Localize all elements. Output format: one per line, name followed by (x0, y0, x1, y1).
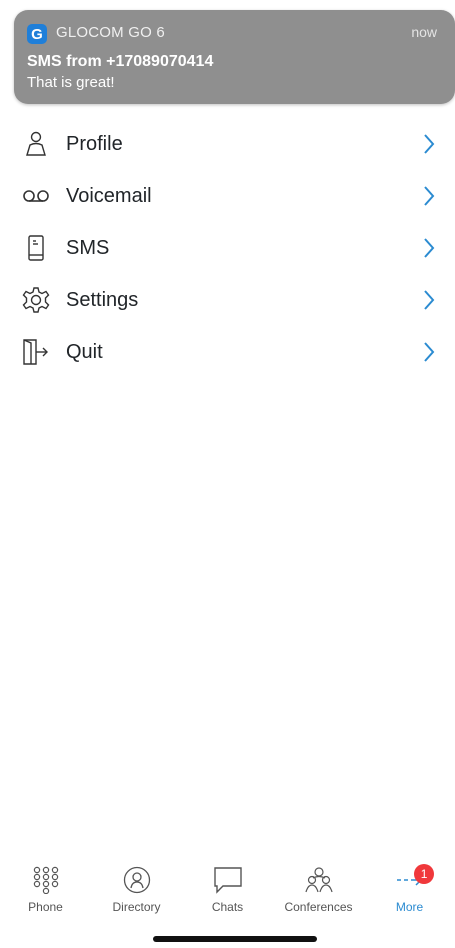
gear-icon (20, 284, 52, 316)
tab-label: Phone (28, 900, 63, 914)
menu-item-sms[interactable]: SMS (0, 222, 455, 274)
notification-banner[interactable]: G GLOCOM GO 6 now SMS from +17089070414 … (14, 10, 455, 104)
tab-directory[interactable]: Directory (91, 858, 182, 918)
tab-phone[interactable]: Phone (0, 858, 91, 918)
menu-item-label: Settings (66, 288, 139, 311)
bottom-tab-bar: Phone Directory Chats Conferences 1 More (0, 858, 455, 918)
voicemail-icon (20, 180, 52, 212)
more-menu: Profile Voicemail SMS Settings Quit (0, 118, 455, 378)
tab-label: Chats (211, 900, 244, 914)
chevron-right-icon (421, 132, 437, 156)
chevron-right-icon (421, 340, 437, 364)
tab-more[interactable]: 1 More (364, 858, 455, 918)
menu-item-label: Quit (66, 340, 103, 363)
menu-item-label: Voicemail (66, 184, 152, 207)
menu-item-voicemail[interactable]: Voicemail (0, 170, 455, 222)
menu-item-label: Profile (66, 132, 123, 155)
conferences-icon (301, 864, 337, 896)
tab-label: More (395, 900, 424, 914)
notification-badge: 1 (414, 864, 435, 884)
menu-item-quit[interactable]: Quit (0, 326, 455, 378)
directory-icon (119, 864, 155, 896)
chevron-right-icon (421, 236, 437, 260)
phone-sms-icon (20, 232, 52, 264)
chat-bubble-icon (210, 864, 246, 896)
glocom-app-icon: G (27, 24, 47, 44)
keypad-icon (28, 864, 64, 896)
person-icon (20, 128, 52, 160)
chevron-right-icon (421, 288, 437, 312)
exit-door-icon (20, 336, 52, 368)
menu-item-settings[interactable]: Settings (0, 274, 455, 326)
notification-body: That is great! (27, 74, 115, 91)
tab-chats[interactable]: Chats (182, 858, 273, 918)
menu-item-label: SMS (66, 236, 110, 259)
tab-conferences[interactable]: Conferences (273, 858, 364, 918)
menu-item-profile[interactable]: Profile (0, 118, 455, 170)
home-indicator[interactable] (153, 936, 317, 942)
tab-label: Directory (112, 900, 161, 914)
notification-app-name: GLOCOM GO 6 (56, 24, 165, 41)
chevron-right-icon (421, 184, 437, 208)
tab-label: Conferences (284, 900, 353, 914)
notification-time: now (411, 24, 437, 40)
notification-title: SMS from +17089070414 (27, 53, 214, 70)
